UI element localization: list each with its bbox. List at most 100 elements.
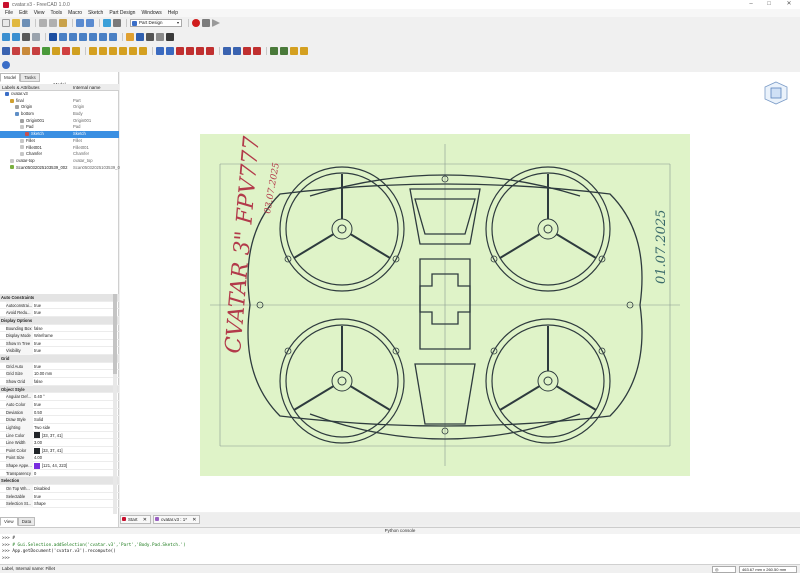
tree-item[interactable]: Fillet001 Fillet001 (0, 145, 119, 152)
thickness-icon[interactable] (253, 47, 261, 55)
property-row[interactable]: Display Mode Wireframe (0, 332, 119, 340)
tree-item[interactable]: final Part (0, 98, 119, 105)
property-row[interactable]: Auto Color true (0, 400, 119, 409)
record-macro-icon[interactable] (192, 19, 200, 27)
property-value[interactable]: true (34, 493, 41, 501)
property-value[interactable]: false (34, 378, 43, 386)
3d-view[interactable]: CVATAR 3" FPV777 03.07.2025 01.07.2025 (120, 72, 800, 512)
measure-icon[interactable] (166, 32, 174, 41)
close-button[interactable]: ✕ (782, 0, 796, 9)
front-view-icon[interactable] (59, 32, 67, 41)
tree-item[interactable]: Chamfer Chamfer (0, 151, 119, 158)
property-value[interactable]: 4.00 (34, 454, 42, 462)
property-group-header[interactable]: Object Style (0, 385, 119, 394)
property-row[interactable]: Deviation 0.50 (0, 408, 119, 417)
property-row[interactable]: On Top Wh... Disabled (0, 485, 119, 493)
body-icon[interactable] (136, 32, 144, 41)
tab-start[interactable]: Start ✕ (120, 514, 151, 524)
shape-binder-icon[interactable] (72, 47, 80, 55)
property-row[interactable]: Point Size 4.00 (0, 454, 119, 463)
property-value[interactable]: true (34, 309, 41, 317)
color-swatch[interactable] (34, 447, 40, 454)
link-icon[interactable] (156, 32, 164, 41)
undo-icon[interactable] (76, 19, 84, 27)
top-view-icon[interactable] (69, 32, 77, 41)
property-row[interactable]: Angular Def... 0.40 ° (0, 393, 119, 401)
hole-icon[interactable] (166, 47, 174, 55)
property-row[interactable]: Point Color [33, 37, 41] (0, 446, 119, 455)
right-view-icon[interactable] (79, 32, 87, 41)
cut-icon[interactable] (39, 19, 47, 27)
property-row[interactable]: Selection St... Shape (0, 500, 119, 508)
menu-view[interactable]: View (31, 10, 48, 16)
property-row[interactable]: Visibility true (0, 347, 119, 356)
color-swatch[interactable] (34, 463, 40, 470)
new-document-icon[interactable] (2, 19, 10, 27)
open-folder-icon[interactable] (12, 19, 20, 27)
property-value[interactable]: [121, 44, 223] (34, 462, 67, 470)
create-sketch-icon[interactable] (12, 47, 20, 55)
property-value[interactable]: 3.00 (34, 439, 42, 447)
tab-document[interactable]: cvatar.v3 : 1* ✕ (152, 514, 201, 524)
bounding-box-icon[interactable] (32, 32, 40, 41)
subtractive-loft-icon[interactable] (186, 47, 194, 55)
property-group-header[interactable]: Display Options (0, 316, 119, 325)
pocket-icon[interactable] (156, 47, 164, 55)
subtractive-pipe-icon[interactable] (196, 47, 204, 55)
whats-this-icon[interactable] (113, 19, 121, 27)
menu-tools[interactable]: Tools (47, 10, 65, 16)
multi-transform-icon[interactable] (300, 47, 308, 55)
validate-sketch-icon[interactable] (22, 47, 30, 55)
help-icon[interactable] (2, 61, 10, 69)
revolution-icon[interactable] (99, 47, 107, 55)
property-value[interactable]: true (34, 363, 41, 371)
tree-item[interactable]: Origin Origin (0, 104, 119, 111)
property-value[interactable]: true (34, 401, 41, 409)
bottom-view-icon[interactable] (99, 32, 107, 41)
property-value[interactable]: Disabled (34, 485, 50, 493)
mirrored-icon[interactable] (270, 47, 278, 55)
menu-macro[interactable]: Macro (65, 10, 85, 16)
helix-icon[interactable] (129, 47, 137, 55)
property-value[interactable]: 0.50 (34, 409, 42, 417)
property-value[interactable]: Shape (34, 500, 46, 508)
rear-view-icon[interactable] (89, 32, 97, 41)
navigation-style-selector[interactable]: ◎ (712, 566, 736, 573)
menu-help[interactable]: Help (165, 10, 181, 16)
tree-item[interactable]: Scan05032025103539_002 Scan05032025103539… (0, 165, 124, 172)
property-row[interactable]: Bounding Box false (0, 324, 119, 333)
property-row[interactable]: Line Color [33, 37, 41] (0, 431, 119, 440)
workbench-selector[interactable]: Part Design ▾ (130, 19, 182, 27)
column-internal-name[interactable]: Internal name (73, 85, 101, 90)
datum-point-icon[interactable] (42, 47, 50, 55)
property-value[interactable]: true (34, 302, 41, 310)
menu-file[interactable]: File (2, 10, 16, 16)
tab-view[interactable]: View (0, 517, 18, 526)
left-view-icon[interactable] (109, 32, 117, 41)
create-body-icon[interactable] (2, 47, 10, 55)
property-value[interactable]: true (34, 340, 41, 348)
property-value[interactable]: 0.40 ° (34, 393, 45, 401)
close-icon[interactable]: ✕ (192, 517, 196, 523)
property-value[interactable]: false (34, 325, 43, 333)
loft-icon[interactable] (109, 47, 117, 55)
scrollbar-thumb[interactable] (113, 294, 117, 374)
python-console[interactable]: Python console >>> # >>> # Gui.Selection.… (0, 527, 800, 564)
property-group-header[interactable]: Selection (0, 477, 119, 486)
property-row[interactable]: Lighting Two side (0, 423, 119, 432)
refresh-icon[interactable] (103, 19, 111, 27)
additive-primitive-icon[interactable] (139, 47, 147, 55)
property-row[interactable]: Transparency 0 (0, 469, 119, 478)
linear-pattern-icon[interactable] (280, 47, 288, 55)
tree-item[interactable]: bottom Body (0, 111, 119, 118)
property-value[interactable]: 10.00 mm (34, 370, 52, 378)
subtractive-primitive-icon[interactable] (206, 47, 214, 55)
property-row[interactable]: Grid Auto true (0, 362, 119, 371)
property-row[interactable]: Show In Tree true (0, 339, 119, 348)
part-icon[interactable] (126, 32, 134, 41)
execute-macro-icon[interactable] (212, 19, 220, 27)
menu-sketch[interactable]: Sketch (85, 10, 106, 16)
close-icon[interactable]: ✕ (143, 517, 147, 523)
attach-sketch-icon[interactable] (32, 47, 40, 55)
redo-icon[interactable] (86, 19, 94, 27)
